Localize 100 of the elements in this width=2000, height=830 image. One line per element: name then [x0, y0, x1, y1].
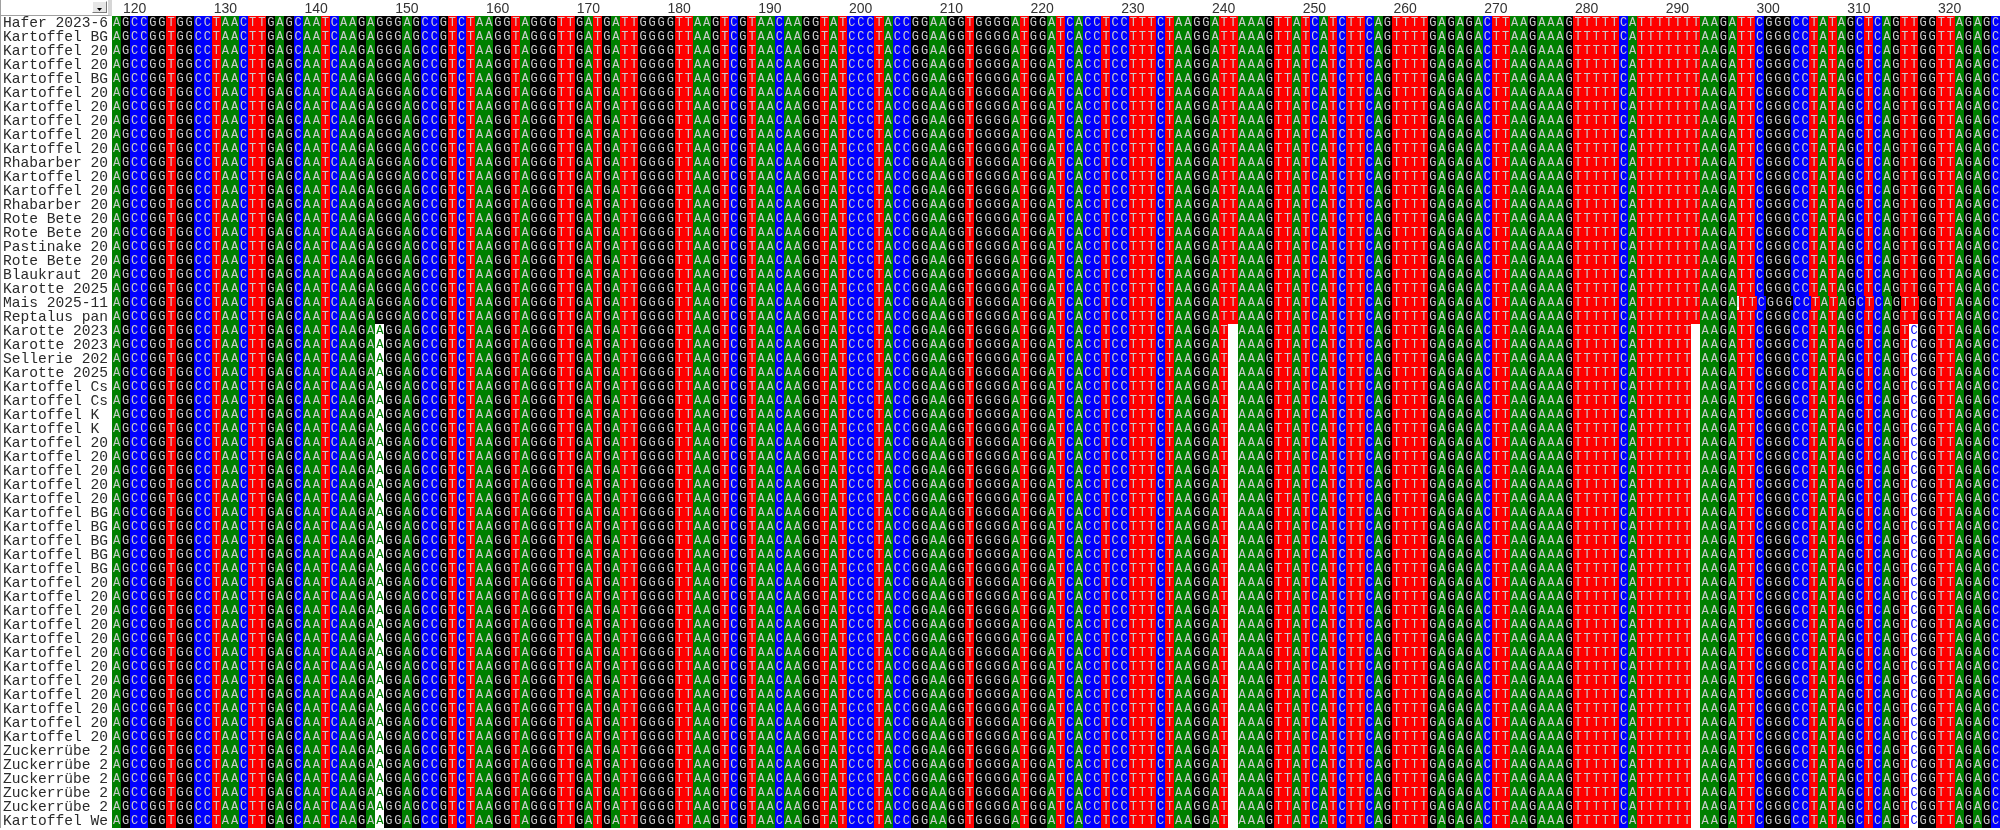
- sequence-name: Kartoffel 20: [3, 58, 109, 72]
- sequence-name: Kartoffel 20: [3, 646, 109, 660]
- sequence-name: Kartoffel 20: [3, 100, 109, 114]
- sequence-bases: AGCCGGTGGCCTAACTTGAGCAATCAAGAAGGAGCCGTCTAAGGTAGGGTTGATGATTGGGGTTAAGTCGTAACAAGGTATCCCTACCGGAAGGTGGGGATGGATCACCTCCTTTCTAAGGAT AAAGTTATCATCTTCAGTTTTGAGAGACTTAAGAAAGTTTTTCATTTTTT AAGATTCGGGCCTATAGCTCAGT C GGTTAGAGC: [112, 338, 2000, 352]
- sequence-bases: AGCCGGTGGCCTAACTTGAGCAATCAAGAGGGAGCCGTCTAAGGTAGGGTTGATGATTGGGGTTAAGTCGTAACAAGGTATCCCTACCGGAAGGTGGGGATGGATCACCTCCTTTCTAAGGATTAAAGTTATCATCTTCAGTTTTGAGAGACTTAAGAAAGTTTTTCATTTTTTTAAGATTCGGGCCTATAGCTCAGTTGGTTAGAGC: [112, 268, 2000, 282]
- ruler-number: 250: [1302, 0, 1327, 16]
- ruler-number: 290: [1665, 0, 1690, 16]
- sequence-bases: AGCCGGTGGCCTAACTTGAGCAATCAAGAAGGAGCCGTCTAAGGTAGGGTTGATGATTGGGGTTAAGTCGTAACAAGGTATCCCTACCGGAAGGTGGGGATGGATCACCTCCTTTCTAAGGAT AAAGTTATCATCTTCAGTTTTGAGAGACTTAAGAAAGTTTTTCATTTTTT AAGATTCGGGCCTATAGCTCAGT C GGTTAGAGC: [112, 506, 2000, 520]
- sequence-name: Kartoffel 20: [3, 576, 109, 590]
- ruler-number: 140: [304, 0, 328, 16]
- sequence-name: Kartoffel 20: [3, 450, 109, 464]
- sequence-name: Kartoffel BG: [3, 548, 109, 562]
- sequence-bases: AGCCGGTGGCCTAACTTGAGCAATCAAGAAGGAGCCGTCTAAGGTAGGGTTGATGATTGGGGTTAAGTCGTAACAAGGTATCCCTACCGGAAGGTGGGGATGGATCACCTCCTTTCTAAGGAT AAAGTTATCATCTTCAGTTTTGAGAGACTTAAGAAAGTTTTTCATTTTTT AAGATTCGGGCCTATAGCTCAGT C GGTTAGAGC: [112, 590, 2000, 604]
- sequence-bases: AGCCGGTGGCCTAACTTGAGCAATCAAGAAGGAGCCGTCTAAGGTAGGGTTGATGATTGGGGTTAAGTCGTAACAAGGTATCCCTACCGGAAGGTGGGGATGGATCACCTCCTTTCTAAGGAT AAAGTTATCATCTTCAGTTTTGAGAGACTTAAGAAAGTTTTTCATTTTTT AAGATTCGGGCCTATAGCTCAGT C GGTTAGAGC: [112, 548, 2000, 562]
- ruler-number: 230: [1121, 0, 1145, 16]
- sequence-name: Kartoffel 20: [3, 114, 109, 128]
- sequence-name: Mais 2025-11: [3, 296, 109, 310]
- sequence-name: Kartoffel 20: [3, 702, 109, 716]
- sequence-name: Kartoffel BG: [3, 520, 109, 534]
- sequence-name: Kartoffel 20: [3, 688, 109, 702]
- sequence-bases: AGCCGGTGGCCTAACTTGAGCAATCAAGAAGGAGCCGTCTAAGGTAGGGTTGATGATTGGGGTTAAGTCGTAACAAGGTATCCCTACCGGAAGGTGGGGATGGATCACCTCCTTTCTAAGGAT AAAGTTATCATCTTCAGTTTTGAGAGACTTAAGAAAGTTTTTCATTTTTT AAGATTCGGGCCTATAGCTCAGT C GGTTAGAGC: [112, 618, 2000, 632]
- sequence-bases: AGCCGGTGGCCTAACTTGAGCAATCAAGAAGGAGCCGTCTAAGGTAGGGTTGATGATTGGGGTTAAGTCGTAACAAGGTATCCCTACCGGAAGGTGGGGATGGATCACCTCCTTTCTAAGGAT AAAGTTATCATCTTCAGTTTTGAGAGACTTAAGAAAGTTTTTCATTTTTT AAGATTCGGGCCTATAGCTCAGT C GGTTAGAGC: [112, 352, 2000, 366]
- sequence-name: Kartoffel 20: [3, 184, 109, 198]
- sequence-bases: AGCCGGTGGCCTAACTTGAGCAATCAAGAAGGAGCCGTCTAAGGTAGGGTTGATGATTGGGGTTAAGTCGTAACAAGGTATCCCTACCGGAAGGTGGGGATGGATCACCTCCTTTCTAAGGAT AAAGTTATCATCTTCAGTTTTGAGAGACTTAAGAAAGTTTTTCATTTTTT AAGATTCGGGCCTATAGCTCAGT C GGTTAGAGC: [112, 744, 2000, 758]
- sequence-name: Zuckerrübe 2: [3, 800, 109, 814]
- sequence-bases: AGCCGGTGGCCTAACTTGAGCAATCAAGAAGGAGCCGTCTAAGGTAGGGTTGATGATTGGGGTTAAGTCGTAACAAGGTATCCCTACCGGAAGGTGGGGATGGATCACCTCCTTTCTAAGGAT AAAGTTATCATCTTCAGTTTTGAGAGACTTAAGAAAGTTTTTCATTTTTT AAGATTCGGGCCTATAGCTCAGT C GGTTAGAGC: [112, 394, 2000, 408]
- sequence-name: Hafer 2023-6: [3, 16, 109, 30]
- sequence-bases: AGCCGGTGGCCTAACTTGAGCAATCAAGAGGGAGCCGTCTAAGGTAGGGTTGATGATTGGGGTTAAGTCGTAACAAGGTATCCCTACCGGAAGGTGGGGATGGATCACCTCCTTTCTAAGGATTAAAGTTATCATCTTCAGTTTTGAGAGACTTAAGAAAGTTTTTCATTTTTTTAAGATTCGGGCCTATAGCTCAGTTGGTTAGAGC: [112, 30, 2000, 44]
- sequence-bases: AGCCGGTGGCCTAACTTGAGCAATCAAGAGGGAGCCGTCTAAGGTAGGGTTGATGATTGGGGTTAAGTCGTAACAAGGTATCCCTACCGGAAGGTGGGGATGGATCACCTCCTTTCTAAGGATTAAAGTTATCATCTTCAGTTTTGAGAGACTTAAGAAAGTTTTTCATTTTTTTAAGATTCGGGCCTATAGCTCAGTTGGTTAGAGC: [112, 310, 2000, 324]
- sequence-name: Pastinake 20: [3, 240, 109, 254]
- sequence-name: Kartoffel BG: [3, 506, 109, 520]
- ruler-number: 270: [1484, 0, 1508, 16]
- sequence-bases: AGCCGGTGGCCTAACTTGAGCAATCAAGAGGGAGCCGTCTAAGGTAGGGTTGATGATTGGGGTTAAGTCGTAACAAGGTATCCCTACCGGAAGGTGGGGATGGATCACCTCCTTTCTAAGGATTAAAGTTATCATCTTCAGTTTTGAGAGACTTAAGAAAGTTTTTCATTTTTTTAAGATTCGGGCCTATAGCTCAGTTGGTTAGAGC: [112, 226, 2000, 240]
- caret-icon: [97, 8, 102, 11]
- sequence-bases: AGCCGGTGGCCTAACTTGAGCAATCAAGAGGGAGCCGTCTAAGGTAGGGTTGATGATTGGGGTTAAGTCGTAACAAGGTATCCCTACCGGAAGGTGGGGATGGATCACCTCCTTTCTAAGGATTAAAGTTATCATCTTCAGTTTTGAGAGACTTAAGAAAGTTTTTCATTTTTTTAAGA: [112, 296, 1737, 310]
- ruler-number: 210: [939, 0, 964, 16]
- sequence-bases: AGCCGGTGGCCTAACTTGAGCAATCAAGAAGGAGCCGTCTAAGGTAGGGTTGATGATTGGGGTTAAGTCGTAACAAGGTATCCCTACCGGAAGGTGGGGATGGATCACCTCCTTTCTAAGGAT AAAGTTATCATCTTCAGTTTTGAGAGACTTAAGAAAGTTTTTCATTTTTT AAGATTCGGGCCTATAGCTCAGT C GGTTAGAGC: [112, 436, 2000, 450]
- ruler-number: 320: [1938, 0, 1962, 16]
- sequence-bases: AGCCGGTGGCCTAACTTGAGCAATCAAGAAGGAGCCGTCTAAGGTAGGGTTGATGATTGGGGTTAAGTCGTAACAAGGTATCCCTACCGGAAGGTGGGGATGGATCACCTCCTTTCTAAGGAT AAAGTTATCATCTTCAGTTTTGAGAGACTTAAGAAAGTTTTTCATTTTTT AAGATTCGGGCCTATAGCTCAGT C GGTTAGAGC: [112, 800, 2000, 814]
- sequence-name: Blaukraut 20: [3, 268, 109, 282]
- sequence-bases: AGCCGGTGGCCTAACTTGAGCAATCAAGAAGGAGCCGTCTAAGGTAGGGTTGATGATTGGGGTTAAGTCGTAACAAGGTATCCCTACCGGAAGGTGGGGATGGATCACCTCCTTTCTAAGGAT AAAGTTATCATCTTCAGTTTTGAGAGACTTAAGAAAGTTTTTCATTTTTT AAGATTCGGGCCTATAGCTCAGT C GGTTAGAGC: [112, 366, 2000, 380]
- sequence-name: Zuckerrübe 2: [3, 772, 109, 786]
- sequence-name: Kartoffel BG: [3, 562, 109, 576]
- sequence-bases: AGCCGGTGGCCTAACTTGAGCAATCAAGAAGGAGCCGTCTAAGGTAGGGTTGATGATTGGGGTTAAGTCGTAACAAGGTATCCCTACCGGAAGGTGGGGATGGATCACCTCCTTTCTAAGGAT AAAGTTATCATCTTCAGTTTTGAGAGACTTAAGAAAGTTTTTCATTTTTT AAGATTCGGGCCTATAGCTCAGT C GGTTAGAGC: [112, 534, 2000, 548]
- sequence-bases: AGCCGGTGGCCTAACTTGAGCAATCAAGAAGGAGCCGTCTAAGGTAGGGTTGATGATTGGGGTTAAGTCGTAACAAGGTATCCCTACCGGAAGGTGGGGATGGATCACCTCCTTTCTAAGGAT AAAGTTATCATCTTCAGTTTTGAGAGACTTAAGAAAGTTTTTCATTTTTT AAGATTCGGGCCTATAGCTCAGT C GGTTAGAGC: [112, 464, 2000, 478]
- sequence-name: Rote Bete 20: [3, 226, 109, 240]
- sequence-bases: AGCCGGTGGCCTAACTTGAGCAATCAAGAGGGAGCCGTCTAAGGTAGGGTTGATGATTGGGGTTAAGTCGTAACAAGGTATCCCTACCGGAAGGTGGGGATGGATCACCTCCTTTCTAAGGATTAAAGTTATCATCTTCAGTTTTGAGAGACTTAAGAAAGTTTTTCATTTTTTTAAGATTCGGGCCTATAGCTCAGTTGGTTAGAGC: [112, 254, 2000, 268]
- sequence-bases: AGCCGGTGGCCTAACTTGAGCAATCAAGAGGGAGCCGTCTAAGGTAGGGTTGATGATTGGGGTTAAGTCGTAACAAGGTATCCCTACCGGAAGGTGGGGATGGATCACCTCCTTTCTAAGGATTAAAGTTATCATCTTCAGTTTTGAGAGACTTAAGAAAGTTTTTCATTTTTTTAAGATTCGGGCCTATAGCTCAGTTGGTTAGAGC: [112, 16, 2000, 30]
- ruler-number: 120: [123, 0, 147, 16]
- ruler-number: 280: [1575, 0, 1599, 16]
- sequence-bases: AGCCGGTGGCCTAACTTGAGCAATCAAGAAGGAGCCGTCTAAGGTAGGGTTGATGATTGGGGTTAAGTCGTAACAAGGTATCCCTACCGGAAGGTGGGGATGGATCACCTCCTTTCTAAGGAT AAAGTTATCATCTTCAGTTTTGAGAGACTTAAGAAAGTTTTTCATTTTTT AAGATTCGGGCCTATAGCTCAGT C GGTTAGAGC: [112, 520, 2000, 534]
- sequence-bases: AGCCGGTGGCCTAACTTGAGCAATCAAGAGGGAGCCGTCTAAGGTAGGGTTGATGATTGGGGTTAAGTCGTAACAAGGTATCCCTACCGGAAGGTGGGGATGGATCACCTCCTTTCTAAGGATTAAAGTTATCATCTTCAGTTTTGAGAGACTTAAGAAAGTTTTTCATTTTTTTAAGATTCGGGCCTATAGCTCAGTTGGTTAGAGC: [112, 72, 2000, 86]
- sequence-bases: AGCCGGTGGCCTAACTTGAGCAATCAAGAAGGAGCCGTCTAAGGTAGGGTTGATGATTGGGGTTAAGTCGTAACAAGGTATCCCTACCGGAAGGTGGGGATGGATCACCTCCTTTCTAAGGAT AAAGTTATCATCTTCAGTTTTGAGAGACTTAAGAAAGTTTTTCATTTTTT AAGATTCGGGCCTATAGCTCAGT C GGTTAGAGC: [112, 716, 2000, 730]
- sequence-bases: AGCCGGTGGCCTAACTTGAGCAATCAAGAGGGAGCCGTCTAAGGTAGGGTTGATGATTGGGGTTAAGTCGTAACAAGGTATCCCTACCGGAAGGTGGGGATGGATCACCTCCTTTCTAAGGATTAAAGTTATCATCTTCAGTTTTGAGAGACTTAAGAAAGTTTTTCATTTTTTTAAGATTCGGGCCTATAGCTCAGTTGGTTAGAGC: [112, 86, 2000, 100]
- sequence-bases: AGCCGGTGGCCTAACTTGAGCAATCAAGAAGGAGCCGTCTAAGGTAGGGTTGATGATTGGGGTTAAGTCGTAACAAGGTATCCCTACCGGAAGGTGGGGATGGATCACCTCCTTTCTAAGGAT AAAGTTATCATCTTCAGTTTTGAGAGACTTAAGAAAGTTTTTCATTTTTT AAGATTCGGGCCTATAGCTCAGT C GGTTAGAGC: [112, 422, 2000, 436]
- sequence-bases: AGCCGGTGGCCTAACTTGAGCAATCAAGAAGGAGCCGTCTAAGGTAGGGTTGATGATTGGGGTTAAGTCGTAACAAGGTATCCCTACCGGAAGGTGGGGATGGATCACCTCCTTTCTAAGGAT AAAGTTATCATCTTCAGTTTTGAGAGACTTAAGAAAGTTTTTCATTTTTT AAGATTCGGGCCTATAGCTCAGT C GGTTAGAGC: [112, 702, 2000, 716]
- sequence-bases: AGCCGGTGGCCTAACTTGAGCAATCAAGAAGGAGCCGTCTAAGGTAGGGTTGATGATTGGGGTTAAGTCGTAACAAGGTATCCCTACCGGAAGGTGGGGATGGATCACCTCCTTTCTAAGGAT AAAGTTATCATCTTCAGTTTTGAGAGACTTAAGAAAGTTTTTCATTTTTT AAGATTCGGGCCTATAGCTCAGT C GGTTAGAGC: [112, 562, 2000, 576]
- sequence-name: Kartoffel BG: [3, 30, 109, 44]
- sequence-name: Kartoffel 20: [3, 478, 109, 492]
- sequence-bases: AGCCGGTGGCCTAACTTGAGCAATCAAGAGGGAGCCGTCTAAGGTAGGGTTGATGATTGGGGTTAAGTCGTAACAAGGTATCCCTACCGGAAGGTGGGGATGGATCACCTCCTTTCTAAGGATTAAAGTTATCATCTTCAGTTTTGAGAGACTTAAGAAAGTTTTTCATTTTTTTAAGATTCGGGCCTATAGCTCAGTTGGTTAGAGC: [112, 128, 2000, 142]
- sequence-name: Kartoffel BG: [3, 72, 109, 86]
- sequence-bases: AGCCGGTGGCCTAACTTGAGCAATCAAGAAGGAGCCGTCTAAGGTAGGGTTGATGATTGGGGTTAAGTCGTAACAAGGTATCCCTACCGGAAGGTGGGGATGGATCACCTCCTTTCTAAGGAT AAAGTTATCATCTTCAGTTTTGAGAGACTTAAGAAAGTTTTTCATTTTTT AAGATTCGGGCCTATAGCTCAGT C GGTTAGAGC: [112, 814, 2000, 828]
- sequence-name: Rhabarber 20: [3, 198, 109, 212]
- sequence-bases: AGCCGGTGGCCTAACTTGAGCAATCAAGAAGGAGCCGTCTAAGGTAGGGTTGATGATTGGGGTTAAGTCGTAACAAGGTATCCCTACCGGAAGGTGGGGATGGATCACCTCCTTTCTAAGGAT AAAGTTATCATCTTCAGTTTTGAGAGACTTAAGAAAGTTTTTCATTTTTT AAGATTCGGGCCTATAGCTCAGT C GGTTAGAGC: [112, 660, 2000, 674]
- sequence-name: Kartoffel 20: [3, 492, 109, 506]
- sequence-name: Rhabarber 20: [3, 156, 109, 170]
- sequence-name: Kartoffel 20: [3, 632, 109, 646]
- sequence-name: Kartoffel 20: [3, 436, 109, 450]
- sequence-bases: AGCCGGTGGCCTAACTTGAGCAATCAAGAGGGAGCCGTCTAAGGTAGGGTTGATGATTGGGGTTAAGTCGTAACAAGGTATCCCTACCGGAAGGTGGGGATGGATCACCTCCTTTCTAAGGATTAAAGTTATCATCTTCAGTTTTGAGAGACTTAAGAAAGTTTTTCATTTTTTTAAGATTCGGGCCTATAGCTCAGTTGGTTAGAGC: [112, 44, 2000, 58]
- ruler-number: 220: [1030, 0, 1054, 16]
- ruler-number: 190: [758, 0, 782, 16]
- sequence-bases: AGCCGGTGGCCTAACTTGAGCAATCAAGAGGGAGCCGTCTAAGGTAGGGTTGATGATTGGGGTTAAGTCGTAACAAGGTATCCCTACCGGAAGGTGGGGATGGATCACCTCCTTTCTAAGGATTAAAGTTATCATCTTCAGTTTTGAGAGACTTAAGAAAGTTTTTCATTTTTTTAAGATTCGGGCCTATAGCTCAGTTGGTTAGAGC: [112, 282, 2000, 296]
- sequence-bases: AGCCGGTGGCCTAACTTGAGCAATCAAGAGGGAGCCGTCTAAGGTAGGGTTGATGATTGGGGTTAAGTCGTAACAAGGTATCCCTACCGGAAGGTGGGGATGGATCACCTCCTTTCTAAGGATTAAAGTTATCATCTTCAGTTTTGAGAGACTTAAGAAAGTTTTTCATTTTTTTAAGATTCGGGCCTATAGCTCAGTTGGTTAGAGC: [112, 170, 2000, 184]
- sequence-name: Karotte 2025: [3, 282, 109, 296]
- sequence-bases: AGCCGGTGGCCTAACTTGAGCAATCAAGAAGGAGCCGTCTAAGGTAGGGTTGATGATTGGGGTTAAGTCGTAACAAGGTATCCCTACCGGAAGGTGGGGATGGATCACCTCCTTTCTAAGGAT AAAGTTATCATCTTCAGTTTTGAGAGACTTAAGAAAGTTTTTCATTTTTT AAGATTCGGGCCTATAGCTCAGT C GGTTAGAGC: [112, 380, 2000, 394]
- text-cursor: [1736, 297, 1739, 307]
- sequence-bases: AGCCGGTGGCCTAACTTGAGCAATCAAGAGGGAGCCGTCTAAGGTAGGGTTGATGATTGGGGTTAAGTCGTAACAAGGTATCCCTACCGGAAGGTGGGGATGGATCACCTCCTTTCTAAGGATTAAAGTTATCATCTTCAGTTTTGAGAGACTTAAGAAAGTTTTTCATTTTTTTAAGATTCGGGCCTATAGCTCAGTTGGTTAGAGC: [112, 114, 2000, 128]
- sequence-bases: AGCCGGTGGCCTAACTTGAGCAATCAAGAAGGAGCCGTCTAAGGTAGGGTTGATGATTGGGGTTAAGTCGTAACAAGGTATCCCTACCGGAAGGTGGGGATGGATCACCTCCTTTCTAAGGAT AAAGTTATCATCTTCAGTTTTGAGAGACTTAAGAAAGTTTTTCATTTTTT AAGATTCGGGCCTATAGCTCAGT C GGTTAGAGC: [112, 786, 2000, 800]
- sequence-name: Kartoffel 20: [3, 464, 109, 478]
- sequence-name: Kartoffel 20: [3, 716, 109, 730]
- sequence-name: Kartoffel K: [3, 408, 100, 422]
- ruler-number: 310: [1847, 0, 1871, 16]
- sequence-bases: AGCCGGTGGCCTAACTTGAGCAATCAAGAAGGAGCCGTCTAAGGTAGGGTTGATGATTGGGGTTAAGTCGTAACAAGGTATCCCTACCGGAAGGTGGGGATGGATCACCTCCTTTCTAAGGAT AAAGTTATCATCTTCAGTTTTGAGAGACTTAAGAAAGTTTTTCATTTTTT AAGATTCGGGCCTATAGCTCAGT C GGTTAGAGC: [112, 688, 2000, 702]
- dropdown-button[interactable]: [92, 1, 107, 13]
- sequence-name: Kartoffel 20: [3, 660, 109, 674]
- sequence-name: Kartoffel 20: [3, 44, 109, 58]
- sequence-bases: AGCCGGTGGCCTAACTTGAGCAATCAAGAAGGAGCCGTCTAAGGTAGGGTTGATGATTGGGGTTAAGTCGTAACAAGGTATCCCTACCGGAAGGTGGGGATGGATCACCTCCTTTCTAAGGAT AAAGTTATCATCTTCAGTTTTGAGAGACTTAAGAAAGTTTTTCATTTTTT AAGATTCGGGCCTATAGCTCAGT C GGTTAGAGC: [112, 646, 2000, 660]
- sequence-name: Kartoffel 20: [3, 618, 109, 632]
- sequence-name: Kartoffel 20: [3, 170, 109, 184]
- ruler-number: 160: [486, 0, 510, 16]
- sequence-bases: AGCCGGTGGCCTAACTTGAGCAATCAAGAGGGAGCCGTCTAAGGTAGGGTTGATGATTGGGGTTAAGTCGTAACAAGGTATCCCTACCGGAAGGTGGGGATGGATCACCTCCTTTCTAAGGATTAAAGTTATCATCTTCAGTTTTGAGAGACTTAAGAAAGTTTTTCATTTTTTTAAGATTCGGGCCTATAGCTCAGTTGGTTAGAGC: [112, 212, 2000, 226]
- sequence-bases: AGCCGGTGGCCTAACTTGAGCAATCAAGAAGGAGCCGTCTAAGGTAGGGTTGATGATTGGGGTTAAGTCGTAACAAGGTATCCCTACCGGAAGGTGGGGATGGATCACCTCCTTTCTAAGGAT AAAGTTATCATCTTCAGTTTTGAGAGACTTAAGAAAGTTTTTCATTTTTT AAGATTCGGGCCTATAGCTCAGT C GGTTAGAGC: [112, 576, 2000, 590]
- sequence-name: Karotte 2025: [3, 366, 109, 380]
- sequence-bases: AGCCGGTGGCCTAACTTGAGCAATCAAGAAGGAGCCGTCTAAGGTAGGGTTGATGATTGGGGTTAAGTCGTAACAAGGTATCCCTACCGGAAGGTGGGGATGGATCACCTCCTTTCTAAGGAT AAAGTTATCATCTTCAGTTTTGAGAGACTTAAGAAAGTTTTTCATTTTTT AAGATTCGGGCCTATAGCTCAGT C GGTTAGAGC: [112, 730, 2000, 744]
- sequence-name: Kartoffel BG: [3, 534, 109, 548]
- sequence-name: Kartoffel 20: [3, 128, 109, 142]
- sequence-name: Kartoffel 20: [3, 604, 109, 618]
- sequence-name: Kartoffel 20: [3, 674, 109, 688]
- ruler-number: 170: [576, 0, 601, 16]
- sequence-bases: AGCCGGTGGCCTAACTTGAGCAATCAAGAAGGAGCCGTCTAAGGTAGGGTTGATGATTGGGGTTAAGTCGTAACAAGGTATCCCTACCGGAAGGTGGGGATGGATCACCTCCTTTCTAAGGAT AAAGTTATCATCTTCAGTTTTGAGAGACTTAAGAAAGTTTTTCATTTTTT AAGATTCGGGCCTATAGCTCAGT C GGTTAGAGC: [112, 408, 2000, 422]
